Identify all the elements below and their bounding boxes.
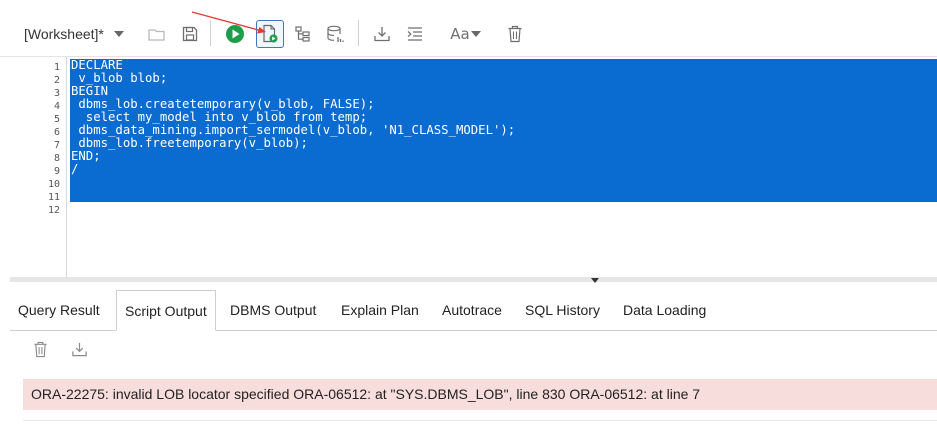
line-number: 6 — [53, 127, 60, 138]
chevron-down-icon[interactable] — [114, 31, 124, 37]
trash-icon — [508, 25, 522, 43]
error-message: ORA-22275: invalid LOB locator specified… — [23, 379, 937, 410]
download-button[interactable] — [368, 20, 396, 48]
save-icon — [182, 26, 198, 42]
trash-icon — [33, 341, 47, 357]
download-icon — [374, 27, 390, 42]
tab-query-result[interactable]: Query Result — [10, 290, 108, 330]
download-output-button[interactable] — [68, 338, 90, 360]
chevron-down-icon[interactable] — [471, 31, 481, 37]
run-script-icon — [263, 24, 278, 43]
line-number-gutter: 1 2 3 4 5 6 7 8 9 10 11 12 — [0, 57, 67, 277]
download-icon — [71, 342, 87, 356]
line-number: 1 — [53, 62, 60, 73]
tab-autotrace[interactable]: Autotrace — [434, 290, 510, 330]
line-number: 5 — [53, 114, 60, 125]
folder-icon — [148, 29, 165, 41]
line-number: 12 — [47, 205, 60, 216]
save-button[interactable] — [176, 20, 204, 48]
tab-data-loading[interactable]: Data Loading — [615, 290, 714, 330]
autotrace-icon — [327, 25, 344, 42]
worksheet-toolbar: [Worksheet]* Aa — [0, 0, 937, 57]
run-statement-button[interactable] — [221, 20, 249, 48]
explain-plan-icon — [295, 26, 310, 42]
format-icon — [407, 27, 422, 41]
line-number: 7 — [53, 140, 60, 151]
format-button[interactable] — [401, 20, 429, 48]
line-number: 8 — [53, 153, 60, 164]
clear-output-button[interactable] — [29, 338, 51, 360]
worksheet-title[interactable]: [Worksheet]* — [24, 26, 104, 42]
tab-explain-plan[interactable]: Explain Plan — [333, 290, 427, 330]
clear-button[interactable] — [501, 20, 529, 48]
line-number: 11 — [47, 192, 60, 203]
output-divider — [23, 420, 937, 421]
sql-editor[interactable]: 1 2 3 4 5 6 7 8 9 10 11 12 DECLARE v_blo… — [0, 57, 937, 277]
pane-splitter[interactable] — [10, 277, 937, 282]
open-file-button[interactable] — [143, 20, 171, 48]
line-number: 10 — [47, 179, 60, 190]
line-number: 3 — [53, 88, 60, 99]
run-icon — [226, 25, 244, 43]
output-tabs: Query Result Script Output DBMS Output E… — [10, 290, 937, 331]
toolbar-divider — [210, 20, 211, 46]
explain-plan-button[interactable] — [289, 20, 317, 48]
case-icon: Aa — [450, 25, 470, 43]
code-line[interactable]: dbms_lob.freetemporary(v_blob); — [71, 137, 308, 150]
line-number: 9 — [53, 166, 60, 177]
autotrace-button[interactable] — [322, 20, 350, 48]
toolbar-divider — [358, 20, 359, 46]
run-script-button[interactable] — [256, 20, 284, 48]
tab-dbms-output[interactable]: DBMS Output — [222, 290, 324, 330]
code-line[interactable]: / — [71, 163, 78, 176]
collapse-caret-icon[interactable] — [591, 278, 599, 283]
tab-sql-history[interactable]: SQL History — [517, 290, 608, 330]
line-number: 2 — [53, 75, 60, 86]
tab-script-output[interactable]: Script Output — [116, 290, 216, 331]
line-number: 4 — [53, 101, 60, 112]
